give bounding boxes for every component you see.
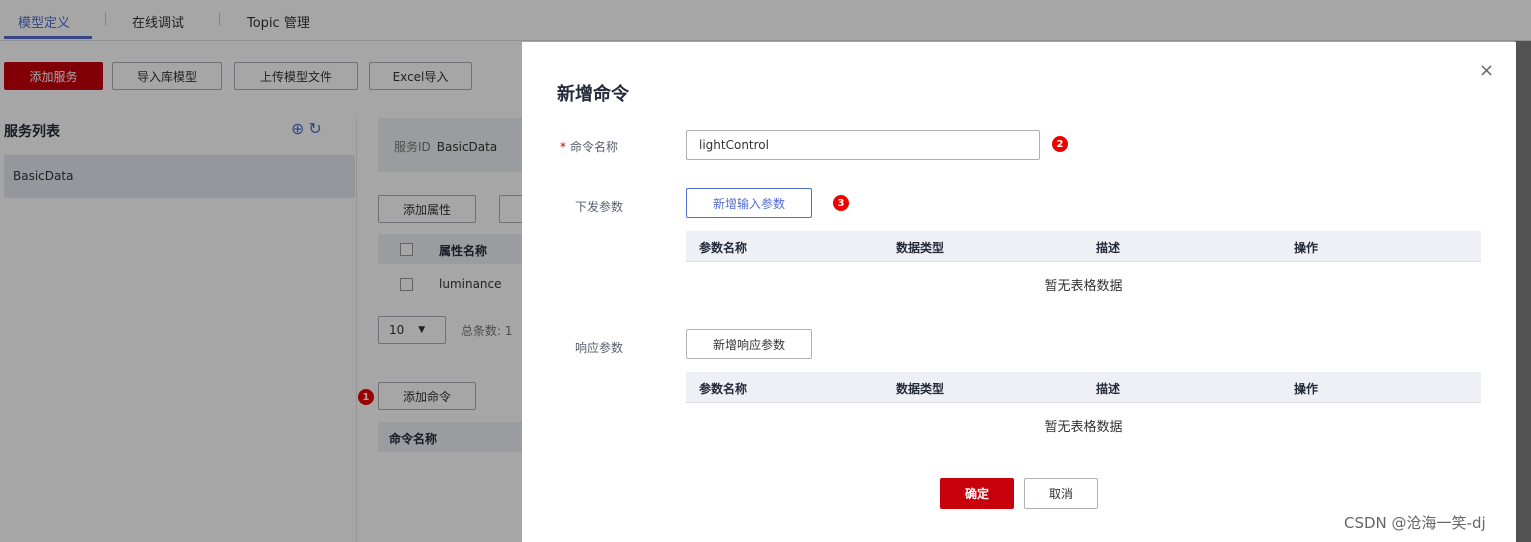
- add-response-param-button[interactable]: 新增响应参数: [686, 329, 812, 359]
- column-data-type: 数据类型: [896, 241, 945, 255]
- dialog-title: 新增命令: [557, 84, 629, 105]
- add-command-dialog: 新增命令 × * 命令名称 lightControl 2 下发参数 新增输入参数 …: [522, 42, 1516, 542]
- step-badge-3: 3: [833, 195, 849, 211]
- command-name-input[interactable]: lightControl: [686, 130, 1040, 160]
- command-name-label: * 命令名称: [560, 138, 618, 155]
- command-name-label-text: 命令名称: [570, 140, 619, 154]
- down-params-label: 下发参数: [575, 200, 624, 214]
- add-input-param-button[interactable]: 新增输入参数: [686, 188, 812, 218]
- input-params-table-header: 参数名称 数据类型 描述 操作: [686, 231, 1481, 262]
- required-mark: *: [560, 140, 566, 154]
- column-description: 描述: [1096, 382, 1121, 396]
- response-params-empty: 暂无表格数据: [1044, 420, 1123, 435]
- input-params-empty: 暂无表格数据: [1044, 279, 1123, 294]
- column-data-type: 数据类型: [896, 382, 945, 396]
- response-params-table-header: 参数名称 数据类型 描述 操作: [686, 372, 1481, 403]
- step-badge-2: 2: [1052, 136, 1068, 152]
- confirm-button[interactable]: 确定: [940, 478, 1014, 509]
- column-param-name: 参数名称: [699, 241, 748, 255]
- response-params-label: 响应参数: [575, 341, 624, 355]
- cancel-button[interactable]: 取消: [1024, 478, 1098, 509]
- column-description: 描述: [1096, 241, 1121, 255]
- close-icon[interactable]: ×: [1479, 60, 1494, 81]
- watermark: CSDN @沧海一笑-dj: [1344, 514, 1486, 532]
- column-actions: 操作: [1294, 241, 1319, 255]
- column-actions: 操作: [1294, 382, 1319, 396]
- column-param-name: 参数名称: [699, 382, 748, 396]
